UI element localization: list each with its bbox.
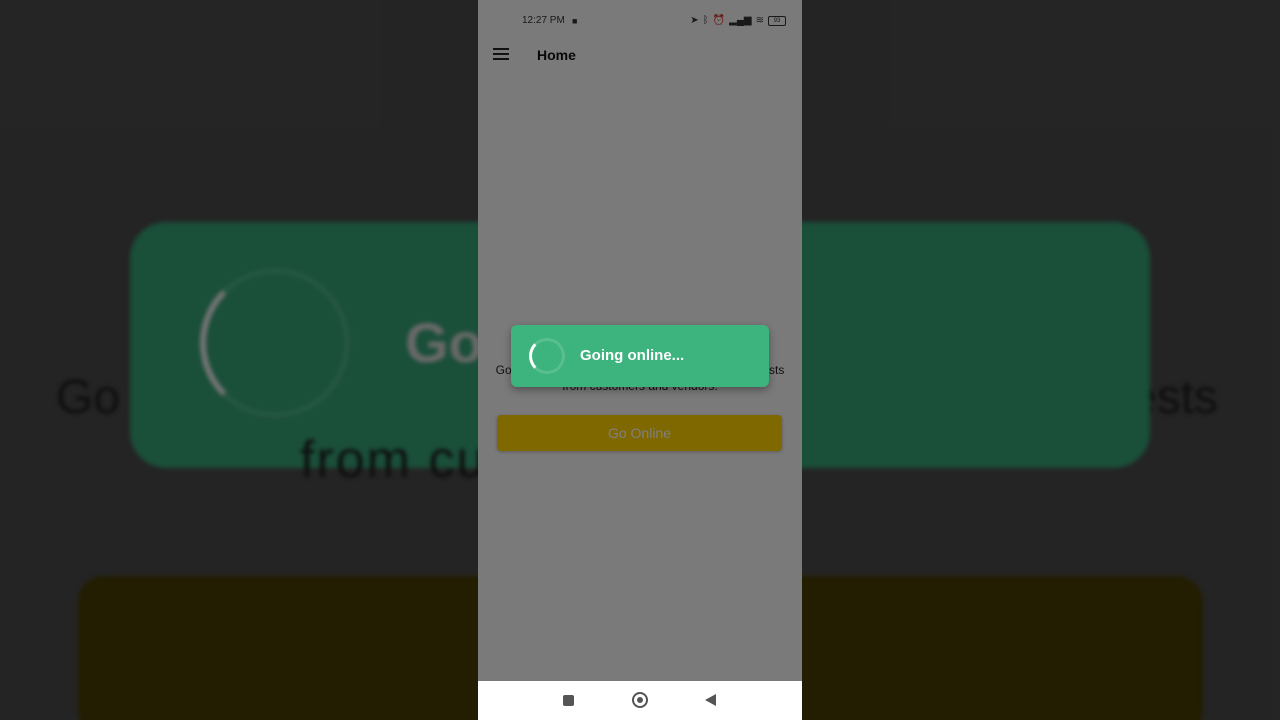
loading-spinner-icon xyxy=(529,338,565,374)
toast-message: Going online... xyxy=(580,347,685,364)
back-triangle-icon[interactable] xyxy=(705,694,716,706)
phone-screen: 12:27 PM ■ ➤ ᛒ ⏰ ▂▄▆ ≋ 93 Go ests from c… xyxy=(478,0,802,720)
loading-toast: Going online... xyxy=(511,325,769,387)
system-nav-bar xyxy=(478,681,802,720)
recents-square-icon[interactable] xyxy=(563,695,574,706)
home-circle-icon[interactable] xyxy=(632,692,648,708)
